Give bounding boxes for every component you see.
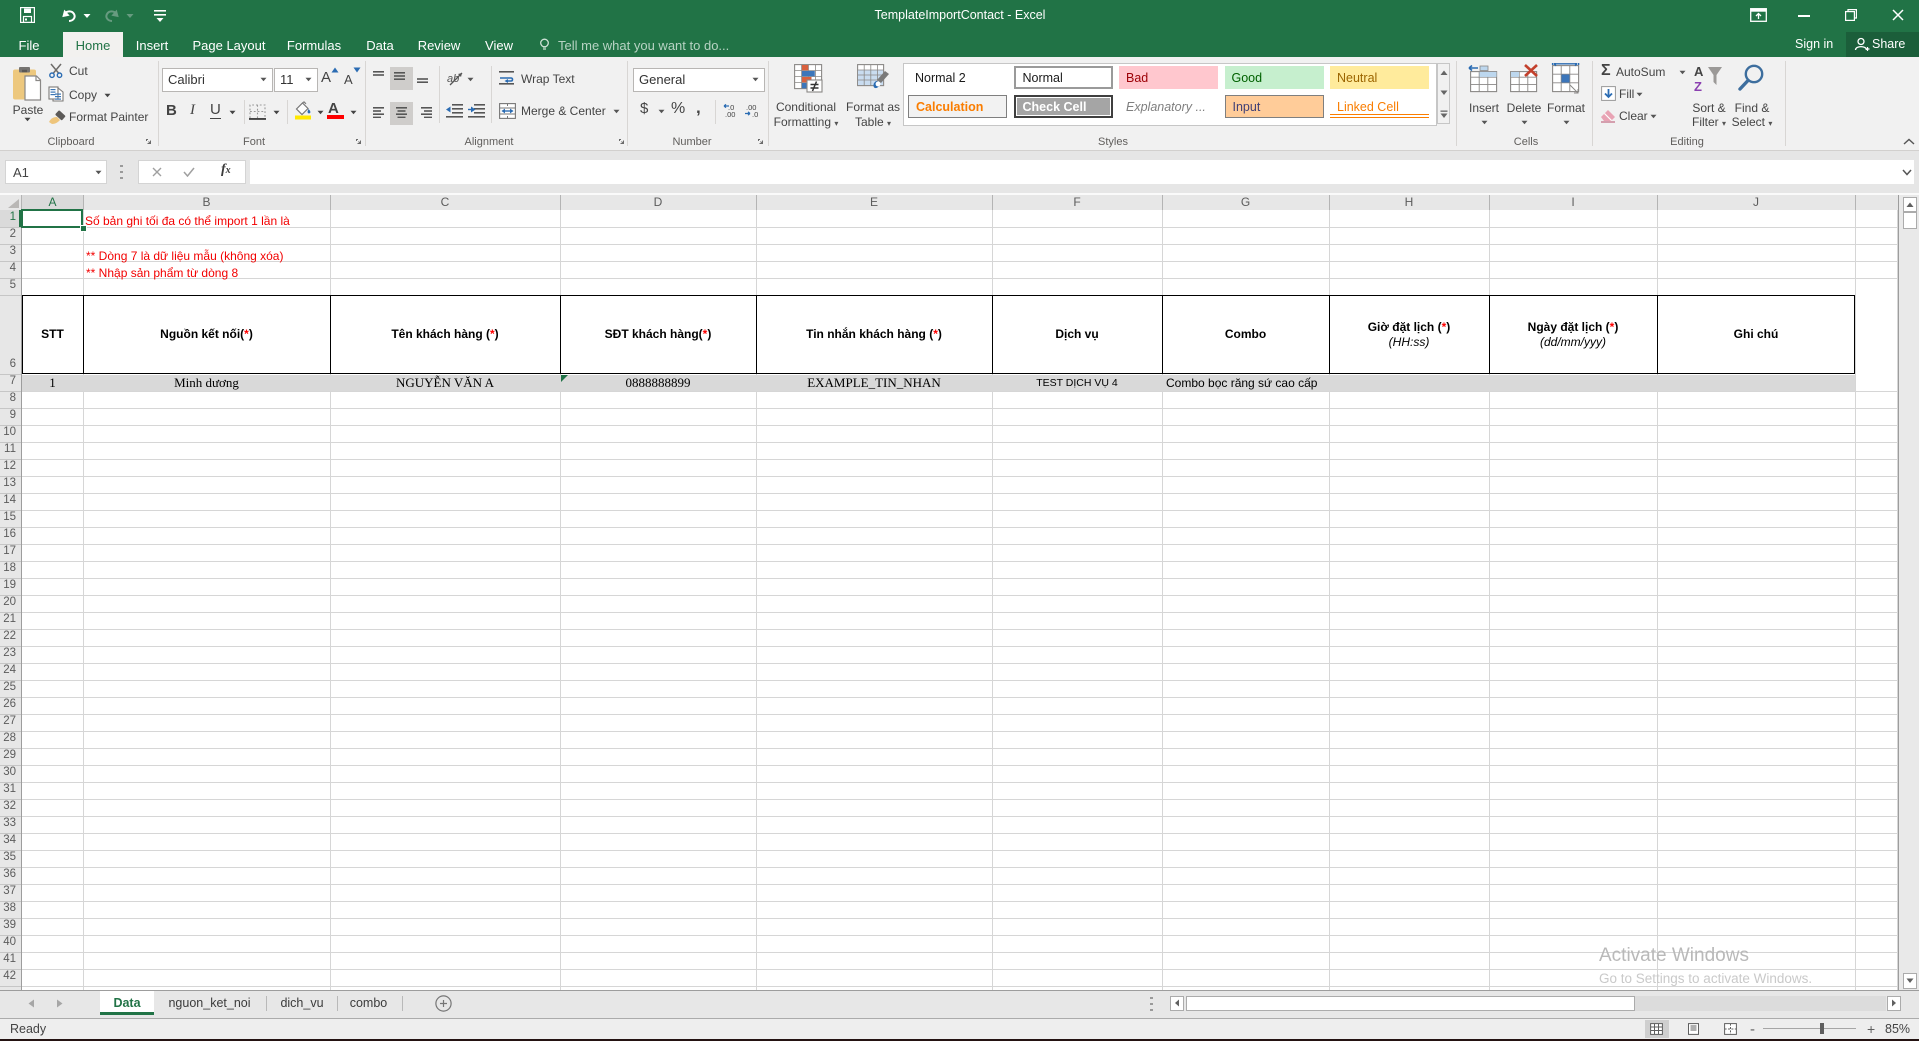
svg-text:A: A bbox=[1694, 64, 1704, 79]
svg-text:.00: .00 bbox=[725, 110, 735, 118]
svg-text:Z: Z bbox=[1694, 79, 1702, 94]
svg-text:ab: ab bbox=[447, 73, 459, 85]
